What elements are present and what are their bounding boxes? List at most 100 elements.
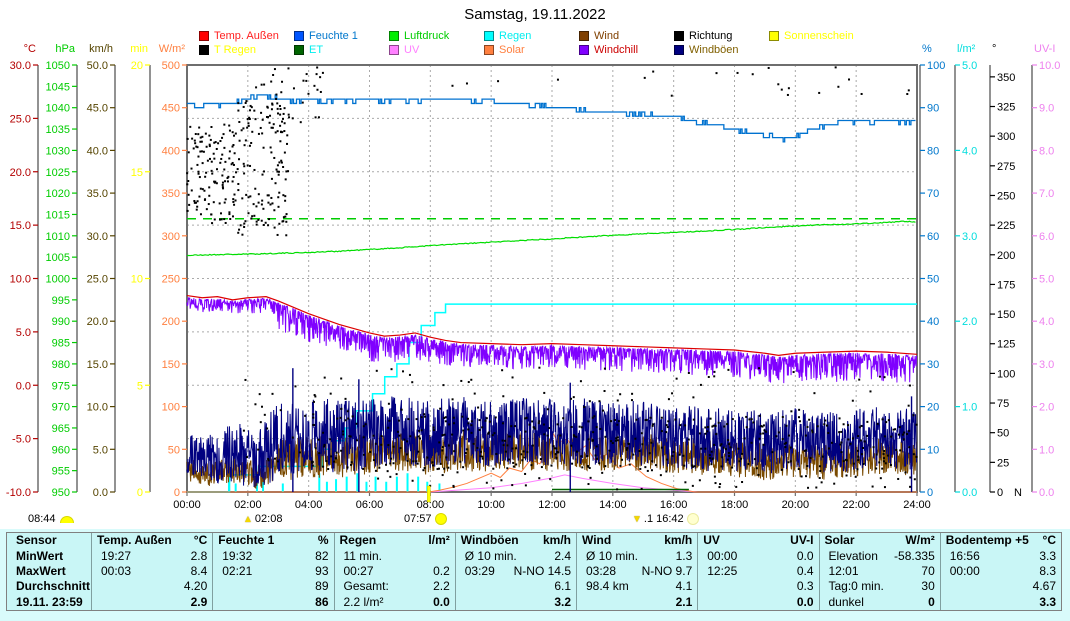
sensor-unit: °C [1043, 533, 1056, 548]
axis-unit-label: km/h [89, 43, 113, 55]
svg-text:1050: 1050 [46, 60, 70, 72]
svg-text:100: 100 [997, 368, 1015, 380]
svg-text:4.0: 4.0 [962, 145, 977, 157]
svg-text:300: 300 [997, 131, 1015, 143]
stat-value: 3.3 [1039, 595, 1056, 610]
svg-text:225: 225 [997, 220, 1015, 232]
stats-row-label-text: MaxWert [12, 564, 66, 579]
svg-text:8.0: 8.0 [1039, 145, 1054, 157]
svg-text:15.0: 15.0 [10, 220, 31, 232]
time-marker: 07:57 [404, 512, 447, 526]
stats-cell: 00:000.0 [698, 548, 818, 563]
svg-text:1000: 1000 [46, 274, 70, 286]
svg-text:125: 125 [997, 339, 1015, 351]
pale-sun-icon [687, 513, 699, 525]
svg-text:990: 990 [52, 316, 70, 328]
svg-text:1.0: 1.0 [1039, 444, 1054, 456]
stats-cell: 19:3282 [213, 548, 333, 563]
time-marker-label: .1 16:42 [644, 513, 684, 525]
stats-cell: 03:29N-NO 14.5 [456, 564, 576, 579]
stats-row-label: 19.11. 23:59 [7, 595, 91, 610]
svg-text:0.0: 0.0 [16, 380, 31, 392]
svg-text:25: 25 [997, 457, 1009, 469]
svg-text:22:00: 22:00 [842, 499, 870, 511]
stat-time: 03:28 [582, 564, 616, 579]
svg-text:04:00: 04:00 [295, 499, 323, 511]
stats-group-wind: Windkm/hØ 10 min.1.303:28N-NO 9.798.4 km… [576, 533, 697, 610]
svg-text:15.0: 15.0 [87, 359, 108, 371]
svg-text:0.0: 0.0 [93, 487, 108, 499]
sensor-name: Regen [340, 533, 377, 548]
svg-text:150: 150 [162, 359, 180, 371]
axis-%: 0102030405060708090100% [920, 43, 945, 499]
stat-value: 86 [315, 595, 328, 610]
stat-value: 0 [928, 595, 935, 610]
stat-time: Ø 10 min. [582, 549, 638, 564]
svg-text:1020: 1020 [46, 188, 70, 200]
stats-cell: 03:28N-NO 9.7 [577, 564, 697, 579]
svg-text:0: 0 [174, 487, 180, 499]
axis-unit-label: ° [992, 43, 996, 55]
svg-text:20: 20 [927, 402, 939, 414]
axis-unit-label: min [130, 43, 148, 55]
svg-text:995: 995 [52, 295, 70, 307]
svg-text:25.0: 25.0 [10, 113, 31, 125]
axis-unit-label: °C [24, 43, 36, 55]
stat-time: dunkel [825, 595, 864, 610]
stats-group-uv: UVUV-I00:000.012:250.40.30.0 [697, 533, 818, 610]
sensor-unit: km/h [664, 533, 692, 548]
stats-table: SensorMinWertMaxWertDurchschnitt19.11. 2… [6, 532, 1062, 611]
sensor-unit: UV-I [790, 533, 813, 548]
svg-text:10: 10 [131, 274, 143, 286]
stat-value: 8.3 [1039, 564, 1056, 579]
svg-text:275: 275 [997, 161, 1015, 173]
svg-text:5.0: 5.0 [93, 444, 108, 456]
svg-text:20: 20 [131, 60, 143, 72]
axis-°: 0255075100125150175200225250275300325350… [990, 43, 1022, 499]
stat-value: 2.4 [554, 549, 571, 564]
sensor-name: Solar [825, 533, 855, 548]
stat-value: 3.3 [1039, 549, 1056, 564]
svg-text:40: 40 [927, 316, 939, 328]
svg-text:325: 325 [997, 102, 1015, 114]
svg-text:4.0: 4.0 [1039, 316, 1054, 328]
axis-min: 05101520min [130, 43, 150, 499]
stats-group-solar: SolarW/m²Elevation-58.33512:0170Tag:0 mi… [819, 533, 940, 610]
stats-group-regen: Regenl/m²11 min.00:270.2Gesamt:2.22.2 l/… [334, 533, 455, 610]
stat-value: 8.4 [191, 564, 208, 579]
svg-text:06:00: 06:00 [356, 499, 384, 511]
series-feuchte-1 [187, 95, 915, 142]
stats-cell: 89 [213, 579, 333, 594]
svg-text:20.0: 20.0 [87, 316, 108, 328]
stats-row-label-text: Durchschnitt [12, 579, 90, 594]
axis-unit-label: l/m² [957, 43, 976, 55]
stats-cell: 19:272.8 [92, 548, 212, 563]
svg-text:100: 100 [162, 402, 180, 414]
stats-group-header: UVUV-I [698, 533, 818, 548]
sensor-unit: l/m² [428, 533, 449, 548]
svg-text:00:00: 00:00 [173, 499, 201, 511]
stat-time: 2.2 l/m² [340, 595, 384, 610]
stat-value: 4.67 [1033, 579, 1056, 594]
svg-text:15: 15 [131, 167, 143, 179]
stat-value: 0.4 [797, 564, 814, 579]
svg-text:50: 50 [997, 428, 1009, 440]
stats-cell: 4.67 [941, 579, 1061, 594]
svg-text:02:00: 02:00 [234, 499, 262, 511]
stat-value: N-NO 14.5 [514, 564, 571, 579]
stats-cell: Elevation-58.335 [820, 548, 940, 563]
stat-value: 93 [315, 564, 328, 579]
svg-text:3.0: 3.0 [1039, 359, 1054, 371]
stats-group-header: Windkm/h [577, 533, 697, 548]
svg-text:-10.0: -10.0 [6, 487, 31, 499]
stats-cell: 12:0170 [820, 564, 940, 579]
axis-UV-I: 0.01.02.03.04.05.06.07.08.09.010.0UV-I [1032, 43, 1060, 499]
svg-text:960: 960 [52, 444, 70, 456]
svg-text:100: 100 [927, 60, 945, 72]
stats-cell: 2.1 [577, 595, 697, 610]
series-sonnenschein [427, 486, 430, 502]
stats-cell: 16:563.3 [941, 548, 1061, 563]
svg-text:450: 450 [162, 103, 180, 115]
sunshine-duration-note: 08:44 [28, 512, 74, 526]
svg-text:200: 200 [162, 316, 180, 328]
